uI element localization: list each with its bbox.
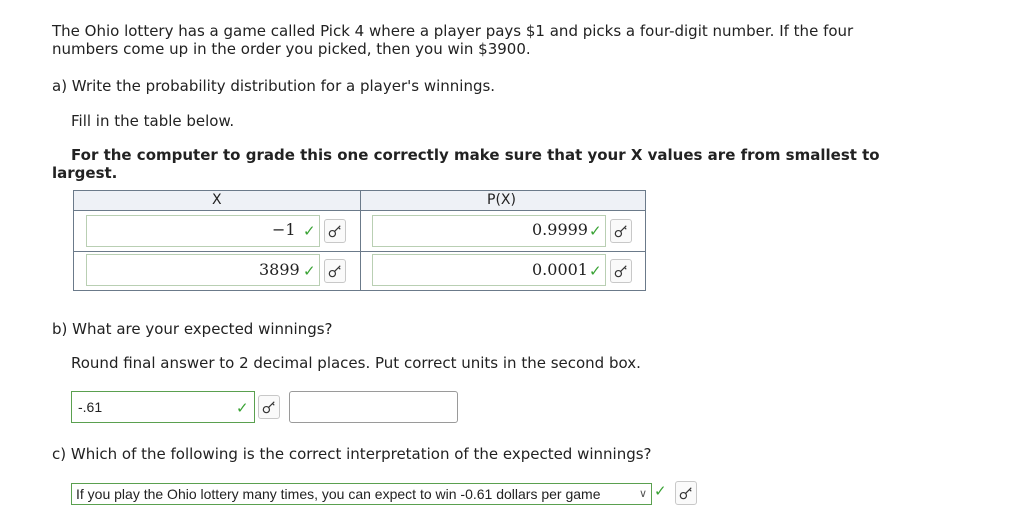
p-value-row-1: 0.9999 [532,220,588,239]
probability-table: X P(X) −1 ✓ 0.9999 ✓ 3899 ✓ 0.0001 ✓ [73,190,646,291]
selected-option: If you play the Ohio lottery many times,… [76,486,601,502]
check-icon: ✓ [654,482,667,500]
key-icon[interactable] [610,219,632,243]
part-c-prompt: c) Which of the following is the correct… [52,445,652,463]
x-value-row-2: 3899 [259,260,300,279]
key-icon[interactable] [675,481,697,505]
check-icon: ✓ [236,399,249,417]
check-icon: ✓ [303,222,316,240]
check-icon: ✓ [589,262,602,280]
key-icon[interactable] [324,219,346,243]
key-icon[interactable] [610,259,632,283]
x-value-row-1: −1 [272,220,296,239]
header-px: P(X) [487,192,516,208]
key-icon[interactable] [258,395,280,419]
question-line-2: numbers come up in the order you picked,… [52,40,531,58]
p-value-row-2: 0.0001 [532,260,588,279]
part-a-prompt: a) Write the probability distribution fo… [52,77,496,95]
part-a-note-line-1: For the computer to grade this one corre… [71,146,880,164]
expected-winnings-input[interactable]: -.61 [71,391,255,423]
header-x: X [212,192,222,208]
part-a-note-line-2: largest. [52,164,118,182]
column-divider [360,191,361,290]
check-icon: ✓ [303,262,316,280]
question-line-1: The Ohio lottery has a game called Pick … [52,22,854,40]
part-b-instruction: Round final answer to 2 decimal places. … [71,354,641,372]
units-input[interactable] [289,391,458,423]
chevron-down-icon: ∨ [638,488,647,500]
key-icon[interactable] [324,259,346,283]
interpretation-select[interactable]: If you play the Ohio lottery many times,… [71,483,652,505]
part-a-instruction: Fill in the table below. [71,112,235,130]
row-divider [74,251,645,252]
check-icon: ✓ [589,222,602,240]
part-b-prompt: b) What are your expected winnings? [52,320,333,338]
